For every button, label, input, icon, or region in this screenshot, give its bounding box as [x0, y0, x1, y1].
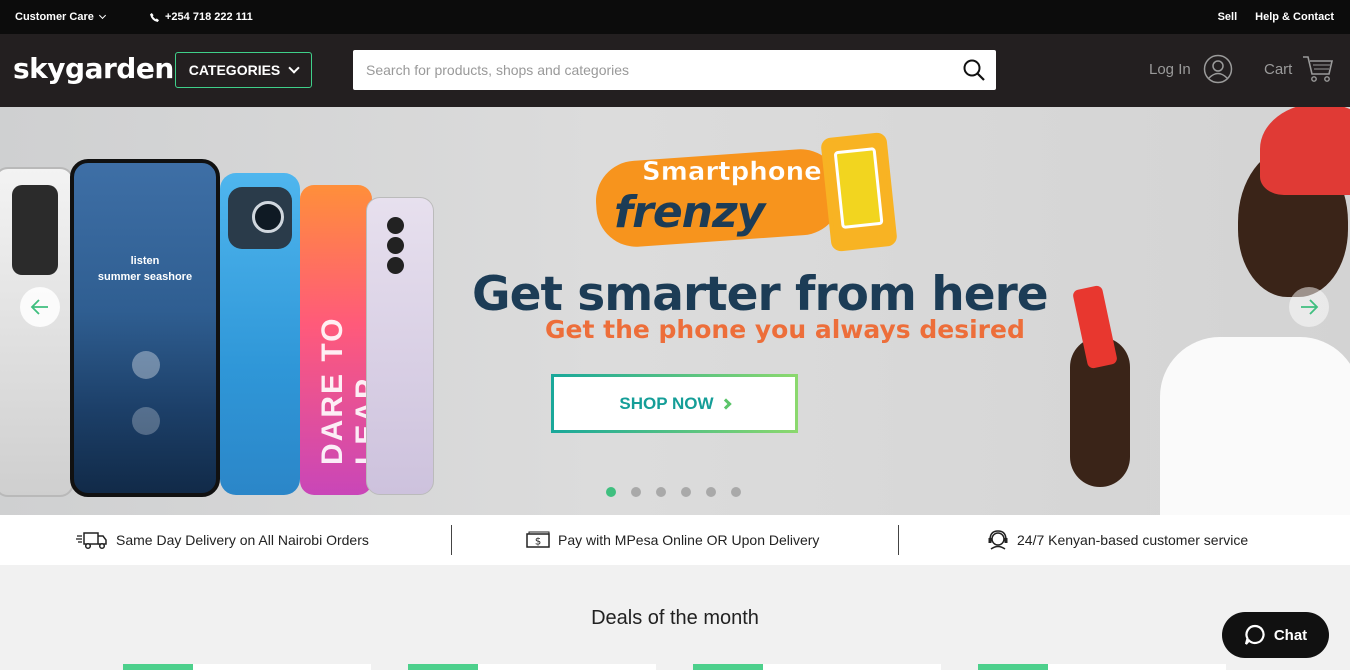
customer-care-dropdown[interactable]: Customer Care	[15, 11, 106, 23]
phone-number: +254 718 222 111	[165, 11, 253, 23]
feature-label: 24/7 Kenyan-based customer service	[1017, 532, 1249, 548]
cash-icon: $	[526, 531, 550, 548]
phone-image: listen summer seashore	[70, 159, 220, 497]
feature-payment: $ Pay with MPesa Online OR Upon Delivery	[526, 515, 819, 565]
cart-button[interactable]: Cart	[1264, 54, 1334, 84]
badge-top-text: Smartphone	[642, 157, 822, 188]
shop-now-button[interactable]: SHOP NOW	[551, 374, 798, 433]
feature-label: Pay with MPesa Online OR Upon Delivery	[558, 532, 820, 548]
search-input[interactable]	[353, 50, 943, 90]
hero-subline: Get the phone you always desired	[545, 315, 1025, 344]
hero-banner[interactable]: listen summer seashore DARE TO LEAP Smar…	[0, 107, 1350, 515]
chat-button[interactable]: Chat	[1222, 612, 1329, 658]
play-icon	[132, 351, 160, 379]
login-label: Log In	[1149, 60, 1191, 78]
discount-badge	[693, 664, 763, 670]
phone-contact[interactable]: +254 718 222 111	[150, 11, 253, 23]
cart-label: Cart	[1264, 60, 1293, 78]
categories-label: CATEGORIES	[188, 62, 281, 78]
feature-label: Same Day Delivery on All Nairobi Orders	[116, 532, 369, 548]
phone-case-text: DARE TO LEAP	[316, 316, 383, 465]
deals-section-title: Deals of the month	[591, 607, 759, 629]
phone-screen-text: listen	[130, 255, 160, 267]
shop-now-label: SHOP NOW	[619, 393, 714, 413]
carousel-dots	[606, 487, 741, 497]
feature-delivery: Same Day Delivery on All Nairobi Orders	[76, 515, 369, 565]
badge-bottom-text: frenzy	[614, 187, 765, 238]
carousel-dot[interactable]	[631, 487, 641, 497]
main-header: skygarden CATEGORIES Log In Cart	[0, 34, 1350, 107]
smartphone-icon	[820, 131, 898, 253]
deal-card[interactable]	[978, 664, 1226, 670]
support-agent-icon	[988, 530, 1008, 550]
carousel-dot[interactable]	[606, 487, 616, 497]
delivery-truck-icon	[76, 532, 107, 550]
smartphone-frenzy-badge: Smartphone frenzy	[593, 131, 898, 255]
discount-badge	[408, 664, 478, 670]
phone-image	[0, 167, 74, 497]
categories-button[interactable]: CATEGORIES	[175, 52, 312, 88]
customer-care-label: Customer Care	[15, 11, 94, 23]
pause-icon	[132, 407, 160, 435]
feature-support: 24/7 Kenyan-based customer service	[987, 515, 1248, 565]
help-contact-link[interactable]: Help & Contact	[1255, 11, 1334, 23]
divider	[451, 525, 452, 555]
carousel-dot[interactable]	[731, 487, 741, 497]
carousel-dot[interactable]	[706, 487, 716, 497]
search-bar	[353, 50, 996, 90]
discount-badge	[123, 664, 193, 670]
chat-label: Chat	[1273, 626, 1308, 644]
chevron-down-icon	[288, 61, 300, 74]
phone-image	[220, 173, 300, 495]
divider	[898, 525, 899, 555]
deal-card[interactable]	[123, 664, 371, 670]
skygarden-logo[interactable]: skygarden	[13, 52, 174, 85]
arrow-left-icon	[30, 299, 48, 315]
deal-card[interactable]	[693, 664, 941, 670]
discount-badge	[978, 664, 1048, 670]
login-button[interactable]: Log In	[1149, 54, 1233, 84]
search-icon[interactable]	[962, 58, 986, 82]
hero-headline: Get smarter from here	[472, 267, 1049, 322]
phone-image: DARE TO LEAP	[300, 185, 383, 495]
chevron-right-icon	[719, 397, 732, 410]
chevron-down-icon	[98, 11, 106, 20]
carousel-dot[interactable]	[656, 487, 666, 497]
user-icon	[1203, 54, 1232, 84]
sell-link[interactable]: Sell	[1218, 11, 1238, 23]
phone-image	[366, 197, 434, 495]
carousel-next-button[interactable]	[1289, 287, 1329, 327]
phone-screen-text: summer seashore	[97, 271, 193, 283]
carousel-dot[interactable]	[681, 487, 691, 497]
deal-card[interactable]	[408, 664, 656, 670]
arrow-right-icon	[1301, 299, 1319, 315]
phone-icon	[150, 12, 159, 22]
cart-icon	[1303, 56, 1334, 82]
features-bar: Same Day Delivery on All Nairobi Orders …	[0, 515, 1350, 565]
svg-text:$: $	[535, 537, 541, 548]
carousel-prev-button[interactable]	[20, 287, 60, 327]
top-bar: Customer Care +254 718 222 111 Sell Help…	[0, 0, 1350, 34]
chat-bubble-icon	[1244, 624, 1265, 645]
